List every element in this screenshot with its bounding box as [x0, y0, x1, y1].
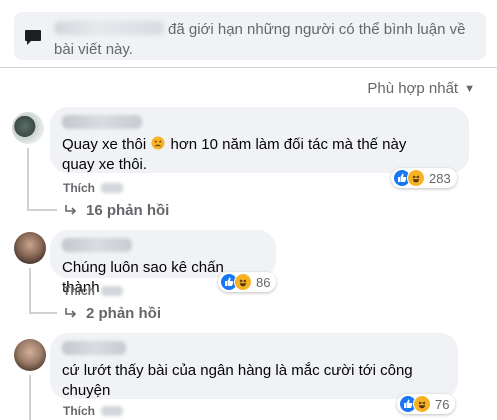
comment-actions: Thích: [63, 284, 123, 298]
like-action[interactable]: Thích: [63, 284, 95, 298]
timestamp-redacted[interactable]: [101, 286, 123, 296]
reaction-summary[interactable]: 283: [391, 168, 457, 188]
comment-bubble[interactable]: Quay xe thôi hơn 10 năm làm đối tác mà t…: [50, 107, 469, 173]
sort-dropdown[interactable]: Phù hợp nhất ▼: [367, 80, 475, 97]
reaction-count: 283: [429, 170, 451, 186]
caret-down-icon: ▼: [464, 82, 475, 95]
replies-label: 2 phản hồi: [86, 305, 161, 322]
sort-label: Phù hợp nhất: [367, 80, 459, 97]
notice-text: đã giới hạn những người có thể bình luận…: [54, 20, 474, 60]
comment-restriction-notice: đã giới hạn những người có thể bình luận…: [14, 12, 486, 60]
avatar[interactable]: [14, 232, 46, 264]
replies-label: 16 phản hồi: [86, 202, 170, 219]
thread-line: [27, 209, 57, 211]
reaction-count: 86: [256, 274, 271, 290]
author-name-redacted[interactable]: [62, 238, 132, 252]
thread-line: [29, 375, 31, 420]
comment-actions: Thích: [63, 181, 123, 195]
chat-bubble-icon: [22, 26, 44, 48]
thread-line: [29, 312, 57, 314]
page-name-redacted: [54, 21, 164, 35]
sad-face-icon: [151, 136, 165, 150]
thread-line: [29, 268, 31, 313]
avatar[interactable]: [14, 339, 46, 371]
comment-actions: Thích: [63, 404, 123, 418]
view-replies-button[interactable]: 16 phản hồi: [64, 202, 169, 219]
reply-arrow-icon: [65, 307, 77, 318]
author-name-redacted[interactable]: [62, 341, 126, 355]
comment-bubble[interactable]: cứ lướt thấy bài của ngân hàng là mắc cư…: [50, 333, 458, 399]
timestamp-redacted[interactable]: [101, 406, 123, 416]
author-name-redacted[interactable]: [62, 115, 142, 129]
divider: [0, 67, 497, 68]
haha-reaction-icon: [413, 395, 431, 413]
thread-line: [27, 148, 29, 210]
reaction-summary[interactable]: 86: [218, 272, 277, 292]
view-replies-button[interactable]: 2 phản hồi: [64, 305, 161, 322]
like-action[interactable]: Thích: [63, 181, 95, 195]
reply-arrow-icon: [65, 204, 77, 215]
avatar[interactable]: [12, 112, 44, 144]
haha-reaction-icon: [234, 273, 252, 291]
timestamp-redacted[interactable]: [101, 183, 123, 193]
comment-bubble[interactable]: Chúng luôn sao kê chấn thành: [50, 230, 276, 296]
haha-reaction-icon: [407, 169, 425, 187]
like-action[interactable]: Thích: [63, 404, 95, 418]
comment-text: cứ lướt thấy bài của ngân hàng là mắc cư…: [62, 362, 413, 399]
reaction-count: 76: [435, 396, 450, 412]
reaction-summary[interactable]: 76: [397, 394, 456, 414]
